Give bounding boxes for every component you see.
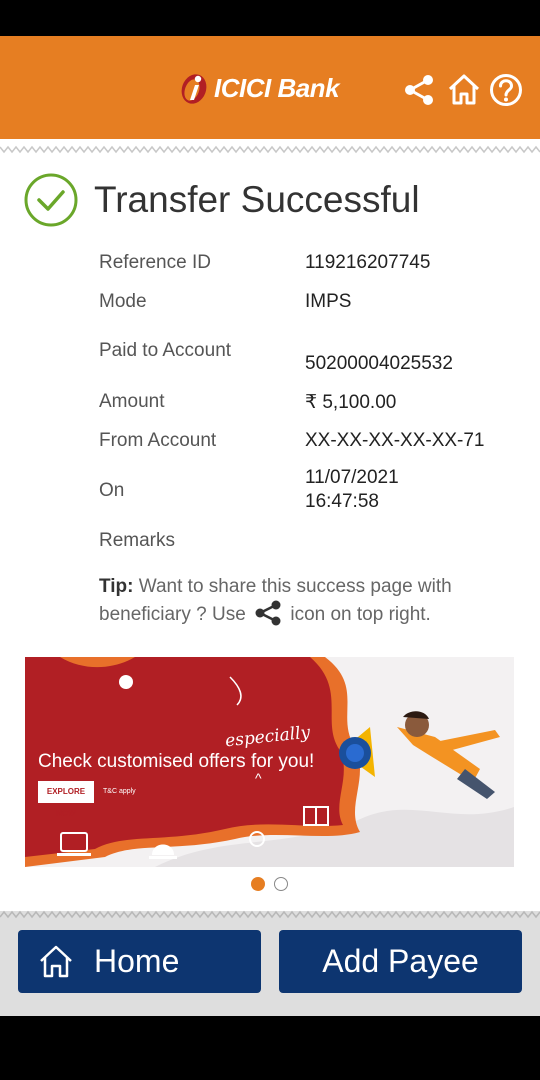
detail-value: ₹ 5,100.00	[305, 392, 397, 413]
icici-logo: ICICI Bank	[178, 68, 340, 108]
detail-value-date: 11/07/2021	[305, 467, 399, 488]
main-content: Transfer Successful Reference ID 1192162…	[0, 139, 540, 1016]
detail-label: Remarks	[99, 530, 176, 551]
detail-row-on: On 11/07/2021 16:47:58	[99, 467, 519, 517]
share-icon	[255, 600, 281, 626]
explore-now-button[interactable]: EXPLORE NOW	[38, 781, 94, 818]
home-icon	[40, 945, 72, 977]
banner-terms: T&C apply	[103, 788, 136, 795]
system-nav-bar	[0, 1016, 540, 1080]
zigzag-divider	[0, 145, 540, 154]
action-footer: Home Add Payee	[0, 910, 540, 1016]
tip-text-end: icon on top right.	[285, 604, 431, 625]
zigzag-divider	[0, 910, 540, 919]
detail-value: 119216207745	[305, 252, 431, 273]
share-tip: Tip: Want to share this success page wit…	[99, 575, 499, 627]
add-payee-button-label: Add Payee	[322, 943, 479, 979]
detail-value-time: 16:47:58	[305, 491, 379, 512]
tip-label: Tip:	[99, 576, 134, 597]
carousel-dots	[251, 877, 288, 891]
detail-label: Mode	[99, 291, 147, 312]
carousel-dot[interactable]	[274, 877, 288, 891]
detail-label: Reference ID	[99, 252, 211, 273]
share-icon[interactable]	[402, 73, 436, 107]
banner-caret: ^	[255, 770, 262, 786]
detail-value: 50200004025532	[305, 353, 453, 374]
detail-label: From Account	[99, 430, 217, 451]
logo-text: ICICI Bank	[214, 72, 340, 103]
status-bar	[0, 0, 540, 36]
offers-banner[interactable]: especially Check customised offers for y…	[25, 657, 514, 867]
detail-label: Paid to Account	[99, 340, 232, 361]
detail-value: IMPS	[305, 291, 352, 312]
detail-label: On	[99, 480, 125, 501]
success-title-row: Transfer Successful	[24, 173, 420, 227]
home-button[interactable]: Home	[18, 930, 261, 993]
home-icon[interactable]	[447, 73, 481, 107]
detail-value: XX-XX-XX-XX-XX-71	[305, 430, 485, 451]
help-icon[interactable]	[489, 73, 523, 107]
banner-headline: Check customised offers for you!	[38, 751, 315, 772]
app-header: ICICI Bank	[0, 36, 540, 139]
home-button-label: Home	[94, 943, 180, 979]
add-payee-button[interactable]: Add Payee	[279, 930, 522, 993]
icici-logo-icon	[181, 74, 207, 104]
check-circle-icon	[24, 173, 78, 227]
carousel-dot-active[interactable]	[251, 877, 265, 891]
page-title: Transfer Successful	[94, 179, 420, 220]
detail-label: Amount	[99, 391, 165, 412]
